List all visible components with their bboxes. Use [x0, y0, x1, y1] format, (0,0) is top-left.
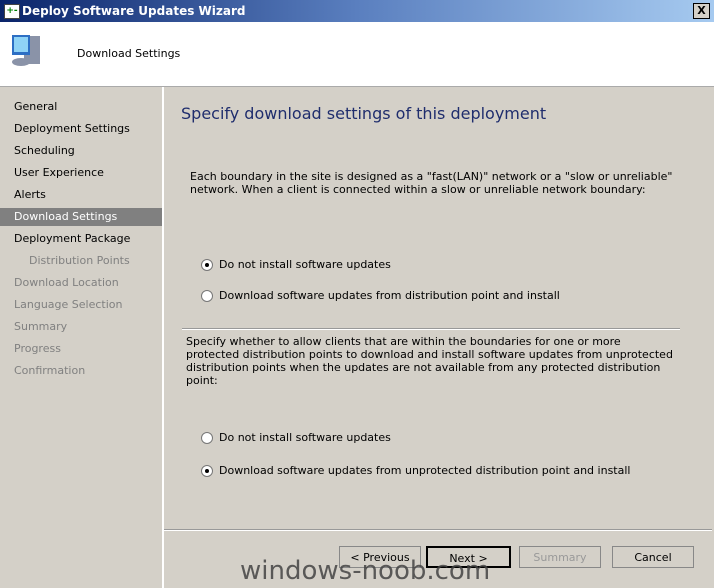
- title-bar: +- Deploy Software Updates Wizard X: [0, 0, 714, 22]
- sidebar-item-progress: Progress: [14, 342, 61, 355]
- page-header-title: Download Settings: [77, 47, 181, 60]
- radio-slow-download-install[interactable]: Download software updates from distribut…: [201, 289, 560, 302]
- button-separator: [164, 529, 712, 531]
- radio-label: Download software updates from unprotect…: [219, 464, 631, 477]
- radio-button[interactable]: [201, 258, 213, 271]
- sidebar-item-general[interactable]: General: [0, 98, 162, 116]
- sidebar-item-download-settings[interactable]: Download Settings: [0, 208, 162, 226]
- wizard-header: Download Settings: [0, 22, 714, 87]
- radio-label: Download software updates from distribut…: [219, 289, 560, 302]
- separator: [182, 328, 680, 330]
- sidebar-item-alerts[interactable]: Alerts: [0, 186, 162, 204]
- sidebar-item-confirmation: Confirmation: [14, 364, 86, 377]
- watermark: windows-noob.com: [240, 556, 491, 586]
- page-heading: Specify download settings of this deploy…: [181, 104, 547, 123]
- summary-button: Summary: [519, 546, 601, 568]
- radio-button[interactable]: [201, 431, 213, 444]
- sidebar-item-distribution-points: Distribution Points: [29, 254, 130, 267]
- slow-network-description: Each boundary in the site is designed as…: [190, 170, 673, 196]
- radio-unprotected-download-install[interactable]: Download software updates from unprotect…: [201, 464, 630, 477]
- sidebar-item-summary: Summary: [14, 320, 68, 333]
- sidebar-item-user-experience[interactable]: User Experience: [0, 164, 162, 182]
- radio-button[interactable]: [201, 289, 213, 302]
- computer-icon: [12, 35, 40, 66]
- main-panel: Specify download settings of this deploy…: [164, 87, 712, 588]
- radio-button[interactable]: [201, 464, 213, 477]
- radio-slow-do-not-install[interactable]: Do not install software updates: [201, 258, 391, 271]
- sidebar-item-deployment-settings[interactable]: Deployment Settings: [0, 120, 162, 138]
- cancel-button[interactable]: Cancel: [612, 546, 694, 568]
- protected-dp-description: Specify whether to allow clients that ar…: [186, 335, 673, 387]
- sidebar-item-scheduling[interactable]: Scheduling: [0, 142, 162, 160]
- sidebar-item-deployment-package[interactable]: Deployment Package: [0, 230, 162, 248]
- sidebar-item-download-location: Download Location: [14, 276, 119, 289]
- radio-unprotected-do-not-install[interactable]: Do not install software updates: [201, 431, 391, 444]
- radio-label: Do not install software updates: [219, 431, 391, 444]
- wizard-icon: +-: [4, 4, 20, 19]
- close-button[interactable]: X: [693, 3, 710, 19]
- sidebar-item-language-selection: Language Selection: [14, 298, 123, 311]
- window-title: Deploy Software Updates Wizard: [22, 4, 246, 18]
- wizard-sidebar: General Deployment Settings Scheduling U…: [0, 87, 164, 588]
- radio-label: Do not install software updates: [219, 258, 391, 271]
